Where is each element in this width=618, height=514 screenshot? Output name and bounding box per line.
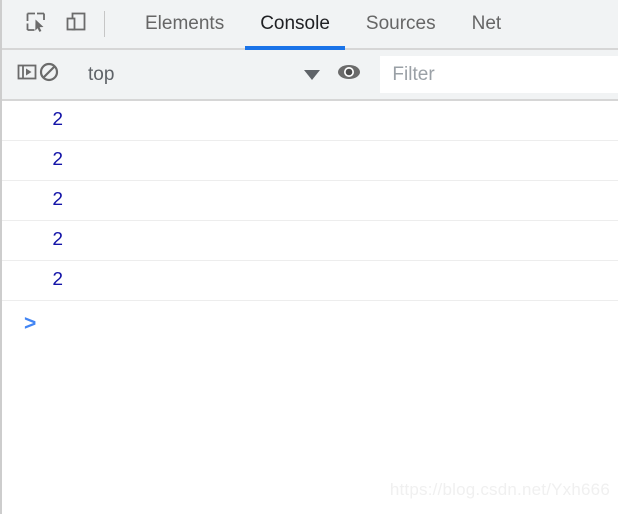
console-message-row[interactable]: 2 — [2, 101, 618, 141]
devtools-tabbar: Elements Console Sources Net — [2, 0, 618, 50]
console-context-selector[interactable]: top — [82, 63, 321, 86]
tab-console[interactable]: Console — [242, 0, 348, 50]
console-toolbar: top — [2, 50, 618, 101]
devtools-panel: Elements Console Sources Net top Filter … — [0, 0, 618, 514]
console-message-row[interactable]: 2 — [2, 181, 618, 221]
console-message-row[interactable]: 2 — [2, 221, 618, 261]
inspect-element-button[interactable] — [16, 3, 56, 45]
console-sidebar-toggle-button[interactable] — [16, 54, 38, 96]
tab-elements[interactable]: Elements — [127, 0, 242, 48]
tab-network[interactable]: Net — [454, 0, 520, 48]
device-toolbar-button[interactable] — [56, 3, 96, 45]
console-message-value: 2 — [52, 149, 64, 171]
tabbar-tools — [2, 0, 113, 48]
console-message-value: 2 — [52, 189, 64, 211]
console-sidebar-icon — [16, 61, 38, 88]
tabbar-divider — [104, 11, 105, 37]
console-context-label: top — [88, 63, 115, 85]
console-message-row[interactable]: 2 — [2, 261, 618, 301]
console-prompt-arrow-icon: > — [24, 311, 37, 335]
clear-console-button[interactable] — [38, 54, 60, 96]
console-output-area: 2 2 2 2 2 > — [2, 101, 618, 461]
clear-console-icon — [38, 61, 60, 88]
tab-sources[interactable]: Sources — [348, 0, 454, 48]
devtools-tabs: Elements Console Sources Net — [127, 0, 520, 50]
console-message-row[interactable]: 2 — [2, 141, 618, 181]
live-expression-eye-icon — [336, 62, 362, 87]
inspect-element-icon — [25, 11, 47, 38]
console-message-value: 2 — [52, 229, 64, 251]
live-expression-button[interactable] — [336, 54, 362, 96]
device-toolbar-icon — [65, 11, 87, 38]
console-prompt-row[interactable]: > — [2, 301, 618, 345]
chevron-down-icon — [304, 69, 321, 80]
filter-input[interactable] — [380, 56, 618, 93]
console-message-value: 2 — [52, 269, 64, 291]
console-message-value: 2 — [52, 109, 64, 131]
watermark-text: https://blog.csdn.net/Yxh666 — [389, 480, 610, 499]
